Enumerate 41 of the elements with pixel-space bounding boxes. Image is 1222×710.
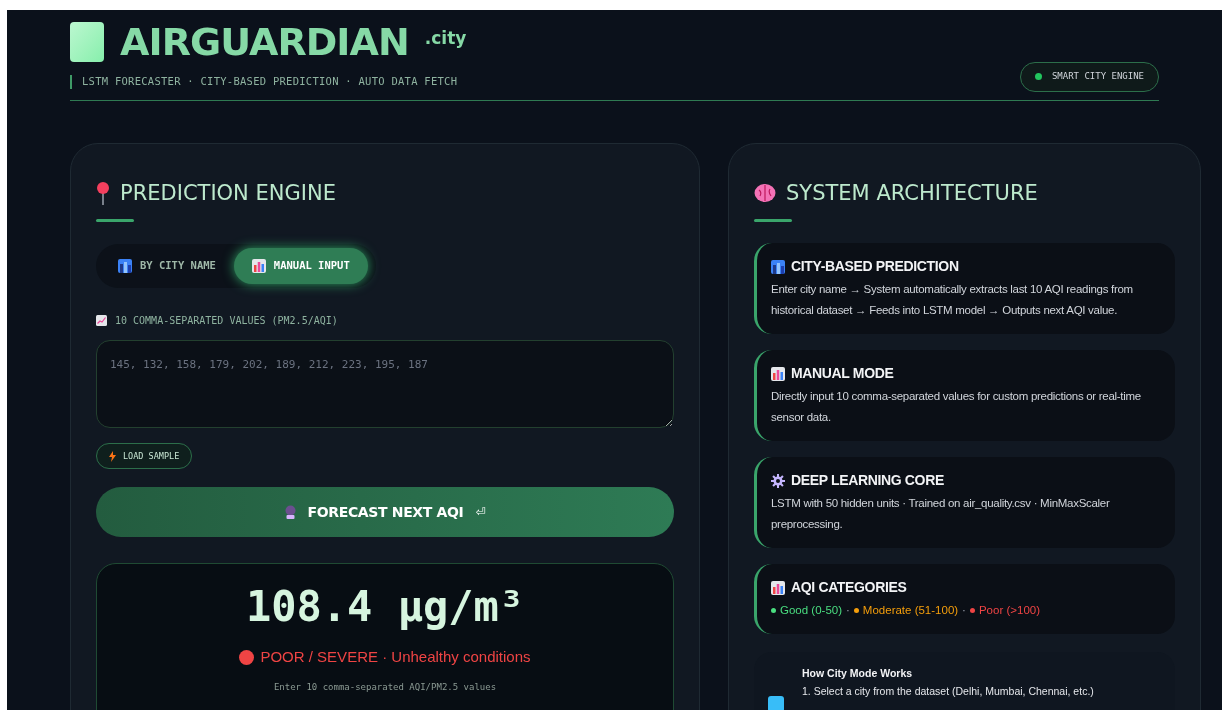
lightning-icon [109, 450, 116, 462]
mode-tab[interactable]: BY CITY NAME [100, 248, 234, 284]
load-sample-button[interactable]: LOAD SAMPLE [96, 443, 193, 469]
card-text: Directly input 10 comma-separated values for custom predictions or real-time sensor data. [771, 389, 1142, 425]
section-title: SYSTEM ARCHITECTURE [786, 179, 1038, 207]
gear-icon [771, 473, 785, 488]
mode-tab[interactable]: MANUAL INPUT [233, 248, 368, 284]
bar-chart-icon [251, 259, 266, 273]
city-icon [771, 259, 785, 274]
title-suffix: .city [424, 27, 467, 50]
bar-chart-icon [771, 366, 785, 381]
how-step: 1. Select a city from the dataset (Delhi, Mumbai, Chennai, etc.) [802, 683, 1094, 700]
card-title: CITY-BASED PREDICTION [791, 257, 959, 276]
card-title: AQI CATEGORIES [791, 578, 907, 597]
card-text: Enter city name → System automatically extracts last 10 AQI readings from historical dataset → Feeds into LSTM model → Outputs next AQI value. [771, 282, 1134, 318]
forecast-value: 108.4 µg/m³ [245, 586, 525, 628]
card-title: DEEP LEARNING CORE [791, 471, 944, 490]
separator-dot: · [962, 603, 966, 618]
how-title: How City Mode Works [802, 666, 914, 681]
badge-label: SMART CITY ENGINE [1051, 70, 1144, 83]
card-title: MANUAL MODE [791, 364, 894, 383]
section-title: PREDICTION ENGINE [120, 179, 336, 207]
pin-icon [96, 181, 110, 206]
bar-chart-icon [771, 580, 785, 595]
aqi-status: POOR / SEVERE · Unhealthy conditions [260, 647, 531, 667]
field-label: 10 COMMA-SEPARATED VALUES (PM2.5/AQI) [115, 314, 338, 328]
card-text: LSTM with 50 hidden units · Trained on air_quality.csv · MinMaxScaler preprocessing. [771, 496, 1111, 532]
city-icon [118, 259, 132, 273]
line-chart-icon [96, 315, 107, 326]
tagline: LSTM FORECASTER · CITY-BASED PREDICTION · AUTO DATA FETCH [82, 74, 458, 89]
category-label: Good (0-50) [780, 603, 842, 618]
app-title: AIRGUARDIAN [120, 23, 409, 61]
category-label: Poor (>100) [978, 603, 1040, 618]
logo-square [70, 22, 104, 62]
brain-icon [754, 183, 776, 204]
forecast-button[interactable]: FORECAST NEXT AQI ⏎ [96, 487, 674, 537]
values-input-field[interactable]: 145, 132, 158, 179, 202, 189, 212, 223, 195, 187 [96, 340, 674, 428]
crystal-ball-icon [284, 505, 296, 519]
result-hint: Enter 10 comma-separated AQI/PM2.5 values [273, 680, 497, 694]
category-label: Moderate (51-100) [862, 603, 959, 618]
separator-dot: · [846, 603, 850, 618]
